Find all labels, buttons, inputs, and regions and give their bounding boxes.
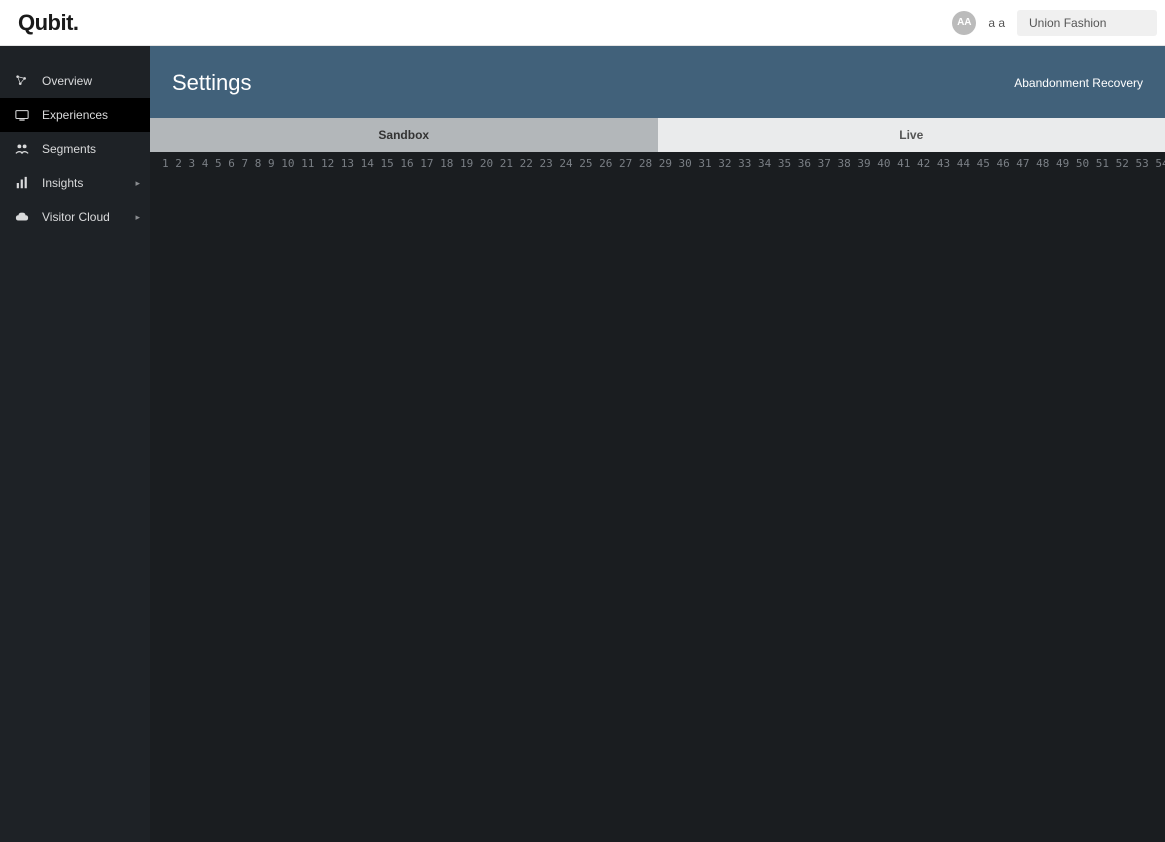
sidebar-item-label: Visitor Cloud [42,210,110,224]
sidebar-item-segments[interactable]: Segments [0,132,150,166]
segments-icon [14,141,30,157]
avatar[interactable]: AA [952,11,976,35]
topbar: Qubit. AA a a Union Fashion [0,0,1165,46]
logo[interactable]: Qubit. [18,10,79,36]
tab-sandbox[interactable]: Sandbox [150,118,658,152]
cloud-icon [14,209,30,225]
main: Settings Abandonment Recovery Sandbox Li… [150,46,1165,842]
page-subtitle: Abandonment Recovery [1014,76,1143,90]
sidebar-item-label: Experiences [42,108,108,122]
sidebar-item-label: Overview [42,74,92,88]
line-gutter: 1 2 3 4 5 6 7 8 9 10 11 12 13 14 15 16 1… [150,152,1165,842]
username: a a [988,16,1005,30]
topbar-right: AA a a Union Fashion [952,10,1157,36]
sidebar-item-visitor-cloud[interactable]: Visitor Cloud ▸ [0,200,150,234]
sidebar: Overview Experiences Segments Insights ▸… [0,46,150,842]
property-select[interactable]: Union Fashion [1017,10,1157,36]
overview-icon [14,73,30,89]
tabs: Sandbox Live [150,118,1165,152]
insights-icon [14,175,30,191]
sidebar-item-overview[interactable]: Overview [0,64,150,98]
chevron-right-icon: ▸ [135,212,140,223]
sidebar-item-insights[interactable]: Insights ▸ [0,166,150,200]
sidebar-item-label: Segments [42,142,96,156]
experiences-icon [14,107,30,123]
chevron-right-icon: ▸ [135,178,140,189]
tab-live[interactable]: Live [658,118,1165,152]
page-header: Settings Abandonment Recovery [150,46,1165,118]
sidebar-item-experiences[interactable]: Experiences [0,98,150,132]
page-title: Settings [172,70,252,96]
code-editor[interactable]: 1 2 3 4 5 6 7 8 9 10 11 12 13 14 15 16 1… [150,152,1165,842]
sidebar-item-label: Insights [42,176,83,190]
